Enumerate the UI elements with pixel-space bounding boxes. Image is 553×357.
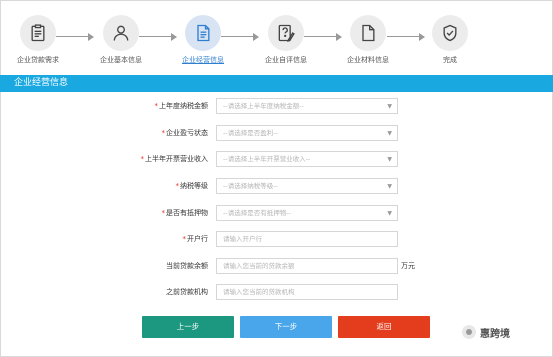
required-star: * bbox=[182, 235, 187, 243]
required-star: * bbox=[154, 102, 159, 110]
step-label: 企业材料信息 bbox=[347, 56, 389, 64]
profit-status-select[interactable]: --请选择是否盈利-- ▼ bbox=[216, 125, 398, 141]
caret-down-icon: ▼ bbox=[387, 183, 392, 190]
watermark: 惠跨境 bbox=[462, 324, 510, 340]
field-label: *纳税等级 bbox=[175, 182, 209, 190]
step-circle bbox=[103, 15, 139, 51]
field-label: *上年度纳税金额 bbox=[154, 102, 209, 110]
next-step-button[interactable]: 下一步 bbox=[240, 316, 332, 338]
step-label: 完成 bbox=[443, 56, 457, 64]
form-row-loan-balance: 当前贷款余额 请输入您当前的贷款余额 万元 bbox=[0, 258, 553, 274]
form-row-tax-amount: *上年度纳税金额 --请选择上半年度纳税金额-- ▼ bbox=[0, 98, 553, 114]
step-label: 企业贷款需求 bbox=[17, 56, 59, 64]
form-row-tax-grade: *纳税等级 --请选择纳税等级-- ▼ bbox=[0, 178, 553, 194]
collateral-select[interactable]: --请选择是否有抵押物-- ▼ bbox=[216, 205, 398, 221]
required-star: * bbox=[140, 155, 145, 163]
prev-step-button[interactable]: 上一步 bbox=[142, 316, 234, 338]
step-circle bbox=[350, 15, 386, 51]
bank-input[interactable]: 请输入开户行 bbox=[216, 231, 398, 247]
step-circle bbox=[432, 15, 468, 51]
watermark-text: 惠跨境 bbox=[480, 328, 510, 340]
caret-down-icon: ▼ bbox=[387, 210, 392, 217]
clipboard-icon bbox=[31, 24, 45, 42]
step-label: 企业经营信息 bbox=[182, 56, 224, 64]
file-icon bbox=[362, 24, 375, 42]
required-star: * bbox=[161, 129, 166, 137]
step-circle bbox=[268, 15, 304, 51]
section-title: 企业经营信息 bbox=[14, 78, 69, 88]
form-row-loan-institution: 之前贷款机构 请输入您当前的贷款机构 bbox=[0, 284, 553, 300]
caret-down-icon: ▼ bbox=[387, 130, 392, 137]
form-row-collateral: *是否有抵押物 --请选择是否有抵押物-- ▼ bbox=[0, 205, 553, 221]
required-star: * bbox=[161, 209, 166, 217]
step-circle bbox=[20, 15, 56, 51]
field-label: 之前贷款机构 bbox=[166, 288, 208, 296]
field-label: *企业盈亏状态 bbox=[161, 129, 209, 137]
caret-down-icon: ▼ bbox=[387, 103, 392, 110]
unit-label: 万元 bbox=[401, 262, 415, 270]
revenue-select[interactable]: --请选择上半年开票营业收入-- ▼ bbox=[216, 151, 398, 167]
document-icon bbox=[197, 24, 210, 42]
field-label: *开户行 bbox=[182, 235, 209, 243]
step-label: 企业基本信息 bbox=[100, 56, 142, 64]
field-label: *是否有抵押物 bbox=[161, 209, 209, 217]
question-edit-icon bbox=[278, 24, 295, 42]
back-button[interactable]: 返回 bbox=[338, 316, 430, 338]
progress-stepper: 企业贷款需求 企业基本信息 企业经营信息 企业自评信息 企业材料信息 完成 bbox=[0, 0, 553, 70]
form-row-revenue: *上半年开票营业收入 --请选择上半年开票营业收入-- ▼ bbox=[0, 151, 553, 167]
form-row-bank: *开户行 请输入开户行 bbox=[0, 231, 553, 247]
step-complete[interactable]: 完成 bbox=[415, 15, 485, 65]
caret-down-icon: ▼ bbox=[387, 156, 392, 163]
loan-institution-input[interactable]: 请输入您当前的贷款机构 bbox=[216, 284, 398, 300]
wechat-logo-icon bbox=[462, 325, 476, 339]
section-header: 企业经营信息 bbox=[0, 75, 553, 92]
step-circle bbox=[185, 15, 221, 51]
form-row-profit-status: *企业盈亏状态 --请选择是否盈利-- ▼ bbox=[0, 125, 553, 141]
tax-grade-select[interactable]: --请选择纳税等级-- ▼ bbox=[216, 178, 398, 194]
user-icon bbox=[113, 25, 129, 41]
field-label: *上半年开票营业收入 bbox=[140, 155, 209, 163]
shield-check-icon bbox=[443, 24, 457, 42]
required-star: * bbox=[175, 182, 180, 190]
tax-amount-select[interactable]: --请选择上半年度纳税金额-- ▼ bbox=[216, 98, 398, 114]
loan-balance-input[interactable]: 请输入您当前的贷款余额 bbox=[216, 258, 398, 274]
step-label: 企业自评信息 bbox=[265, 56, 307, 64]
field-label: 当前贷款余额 bbox=[166, 262, 208, 270]
